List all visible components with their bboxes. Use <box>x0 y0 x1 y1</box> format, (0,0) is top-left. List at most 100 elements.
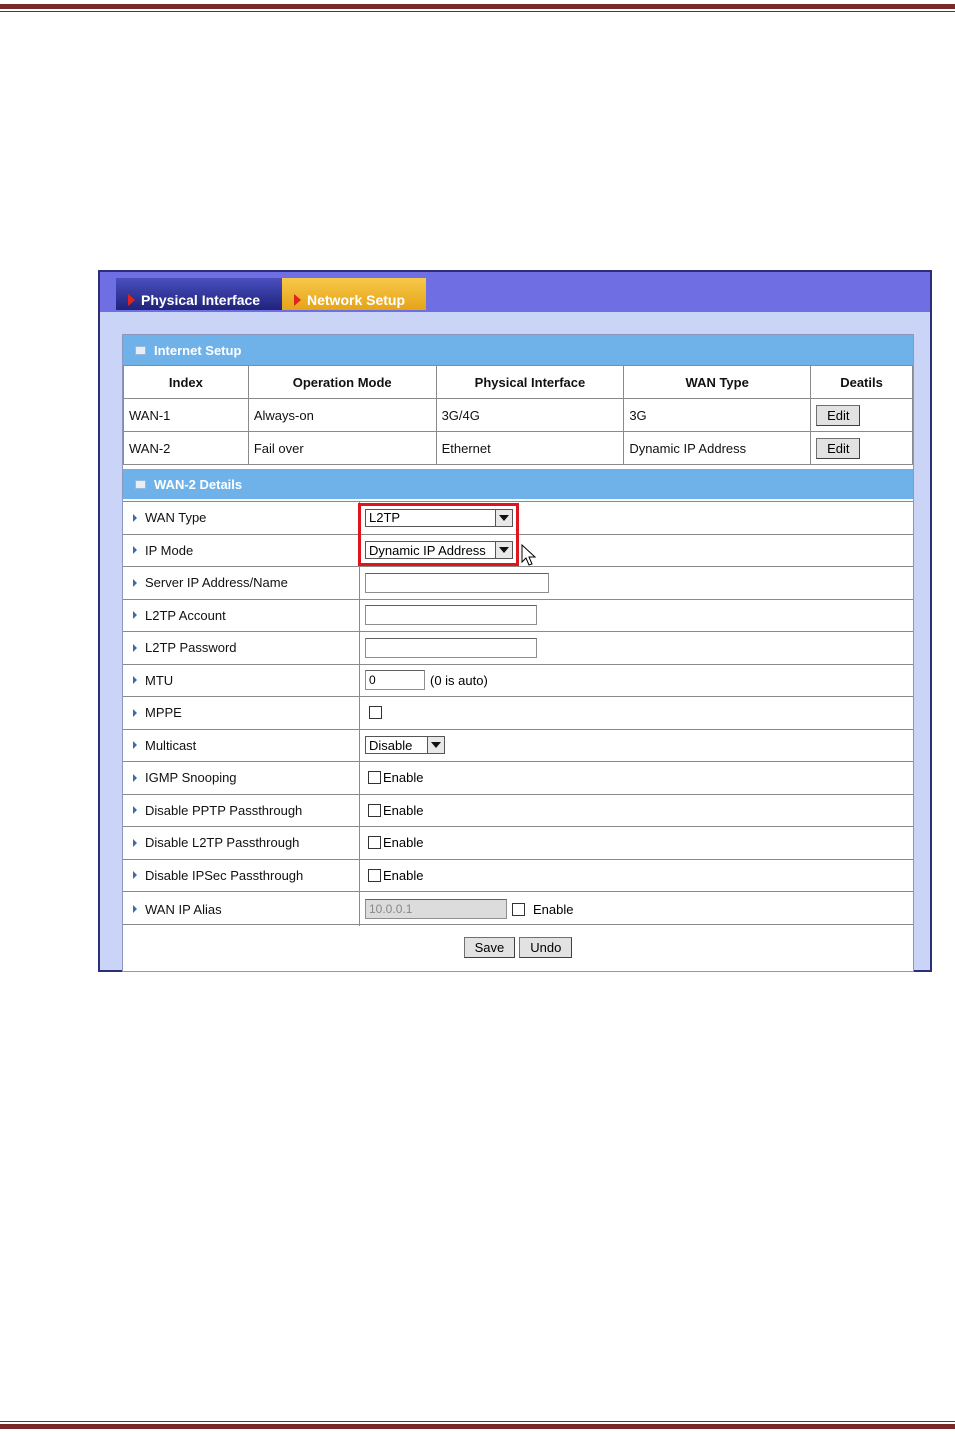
edit-wan1-button[interactable]: Edit <box>816 404 861 426</box>
col-header-index: Index <box>123 365 249 399</box>
chevron-down-icon <box>427 737 444 754</box>
table-row: WAN-2 Fail over Ethernet Dynamic IP Addr… <box>123 431 913 465</box>
bullet-icon <box>133 611 137 620</box>
label-text: L2TP Password <box>145 640 237 656</box>
label-text: Disable PPTP Passthrough <box>145 802 303 818</box>
mtu-input[interactable]: 0 <box>365 670 425 691</box>
field-label: WAN IP Alias <box>123 892 360 926</box>
field-label: MTU <box>123 664 360 696</box>
field-value: 10.0.0.1 Enable <box>360 892 913 926</box>
settings-panel: Internet Setup Index Operation Mode Phys… <box>122 334 914 972</box>
content-area: Internet Setup Index Operation Mode Phys… <box>100 312 930 972</box>
wan2-details-header: WAN-2 Details <box>123 469 913 499</box>
wan2-details-form: WAN Type L2TP IP Mode Dynamic IP Address… <box>123 501 913 926</box>
tab-label: Physical Interface <box>141 292 261 308</box>
cell-details: Edit <box>810 431 913 465</box>
undo-button[interactable]: Undo <box>519 937 573 958</box>
edit-wan2-button[interactable]: Edit <box>816 437 861 459</box>
field-label: L2TP Password <box>123 632 360 664</box>
row-server: Server IP Address/Name <box>123 566 913 599</box>
row-igmp: IGMP Snooping Enable <box>123 761 913 794</box>
alias-enable-checkbox[interactable] <box>512 902 525 916</box>
field-label: IP Mode <box>123 534 360 566</box>
cell-mode: Fail over <box>247 431 437 465</box>
l2tp-password-input[interactable] <box>365 637 537 658</box>
page-rule-top <box>0 4 955 9</box>
igmp-checkbox[interactable] <box>368 771 381 785</box>
tab-arrow-icon <box>128 294 135 306</box>
label-text: MPPE <box>145 705 182 721</box>
section-bullet-icon <box>135 345 146 355</box>
row-pptp: Disable PPTP Passthrough Enable <box>123 793 913 826</box>
selected-value: Disable <box>369 737 413 753</box>
field-label: Disable IPSec Passthrough <box>123 859 360 891</box>
l2tp-account-input[interactable] <box>365 605 537 626</box>
tab-label: Network Setup <box>307 292 406 308</box>
bullet-icon <box>133 546 137 555</box>
row-l2tp-passthrough: Disable L2TP Passthrough Enable <box>123 826 913 859</box>
ip-mode-select[interactable]: Dynamic IP Address <box>365 541 513 560</box>
router-config-window: Physical Interface Network Setup Interne… <box>98 270 932 972</box>
cell-iface: 3G/4G <box>435 398 625 432</box>
field-value: Disable <box>360 730 913 762</box>
tab-network-setup[interactable]: Network Setup <box>282 278 426 310</box>
field-label: MPPE <box>123 697 360 729</box>
bullet-icon <box>133 643 137 652</box>
cell-iface: Ethernet <box>435 431 625 465</box>
row-multicast: Multicast Disable <box>123 728 913 762</box>
mtu-hint: (0 is auto) <box>430 672 488 688</box>
col-header-physical-interface: Physical Interface <box>435 365 625 399</box>
bullet-icon <box>133 578 137 587</box>
col-header-operation-mode: Operation Mode <box>247 365 437 399</box>
row-ip-mode: IP Mode Dynamic IP Address <box>123 533 913 567</box>
wan-ip-alias-input[interactable]: 10.0.0.1 <box>365 899 507 919</box>
checkbox-label: Enable <box>383 802 424 818</box>
save-button[interactable]: Save <box>463 937 516 958</box>
field-value: Enable <box>360 860 913 892</box>
label-text: WAN Type <box>145 510 207 526</box>
row-mtu: MTU 0 (0 is auto) <box>123 663 913 696</box>
ipsec-checkbox[interactable] <box>368 868 381 882</box>
field-value: Dynamic IP Address <box>360 535 913 567</box>
server-address-input[interactable] <box>365 572 549 593</box>
cell-wan-type: 3G <box>623 398 812 432</box>
bullet-icon <box>133 905 137 913</box>
field-label: Disable L2TP Passthrough <box>123 827 360 859</box>
cell-index: WAN-2 <box>123 431 249 465</box>
l2tp-checkbox[interactable] <box>368 836 381 850</box>
field-value: L2TP <box>360 502 913 534</box>
checkbox-label: Enable <box>533 901 574 917</box>
chevron-down-icon <box>495 509 512 526</box>
col-header-wan-type: WAN Type <box>623 365 812 399</box>
tab-physical-interface[interactable]: Physical Interface <box>116 278 282 310</box>
table-row: WAN-1 Always-on 3G/4G 3G Edit <box>123 398 913 432</box>
section-title: WAN-2 Details <box>154 476 243 492</box>
pptp-checkbox[interactable] <box>368 803 381 817</box>
row-mppe: MPPE <box>123 696 913 729</box>
page-rule-bottom-thin <box>0 1421 955 1422</box>
bullet-icon <box>133 741 137 750</box>
cell-wan-type: Dynamic IP Address <box>623 431 812 465</box>
page-rule-bottom <box>0 1424 955 1429</box>
field-value: Enable <box>360 762 913 794</box>
bullet-icon <box>133 806 137 815</box>
row-password: L2TP Password <box>123 631 913 664</box>
field-value <box>360 697 913 729</box>
selected-value: Dynamic IP Address <box>369 542 486 558</box>
wan-type-select[interactable]: L2TP <box>365 508 513 527</box>
field-label: L2TP Account <box>123 599 360 631</box>
label-text: IGMP Snooping <box>145 770 237 786</box>
label-text: Disable IPSec Passthrough <box>145 867 304 883</box>
tab-arrow-icon <box>294 294 301 306</box>
mouse-pointer-icon <box>521 544 537 566</box>
mppe-checkbox[interactable] <box>369 706 382 720</box>
label-text: Disable L2TP Passthrough <box>145 835 300 851</box>
tab-bar: Physical Interface Network Setup <box>116 278 426 310</box>
bullet-icon <box>133 676 137 685</box>
multicast-select[interactable]: Disable <box>365 736 445 755</box>
field-label: IGMP Snooping <box>123 762 360 794</box>
checkbox-label: Enable <box>383 867 424 883</box>
label-text: L2TP Account <box>145 607 226 623</box>
bullet-icon <box>133 773 137 782</box>
field-value <box>360 632 913 664</box>
